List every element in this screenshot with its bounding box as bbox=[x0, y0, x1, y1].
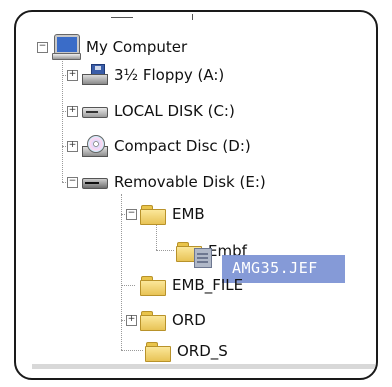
tree-item-label: ORD bbox=[172, 311, 206, 329]
cd-drive-icon bbox=[82, 135, 108, 157]
horizontal-scrollbar[interactable] bbox=[32, 364, 376, 369]
tree-item-my-computer[interactable]: My Computer bbox=[52, 34, 187, 60]
tree-line-emb-children bbox=[156, 224, 157, 250]
tree-item-folder-emb-file[interactable]: EMB_FILE bbox=[140, 272, 243, 298]
tree-item-removable-disk[interactable]: Removable Disk (E:) bbox=[82, 169, 266, 195]
computer-icon bbox=[52, 35, 81, 60]
tree-item-label: LOCAL DISK (C:) bbox=[114, 102, 235, 120]
tree-item-label: EMB_FILE bbox=[172, 276, 244, 294]
removable-drive-icon bbox=[82, 173, 108, 191]
tree-item-label: 3½ Floppy (A:) bbox=[114, 66, 225, 84]
tree-item-folder-ord[interactable]: ORD bbox=[140, 307, 206, 333]
partial-item-top bbox=[111, 17, 133, 18]
tree-item-folder-emb[interactable]: EMB bbox=[140, 201, 205, 227]
expand-toggle-compact-disc[interactable]: + bbox=[67, 141, 78, 152]
tree-item-label: EMB bbox=[172, 205, 205, 223]
folder-icon bbox=[140, 310, 166, 331]
file-icon bbox=[192, 246, 214, 268]
tree-line-emb-file bbox=[121, 285, 135, 286]
expand-toggle-removable-disk[interactable]: − bbox=[67, 177, 78, 188]
tree-item-label: ORD_S bbox=[177, 342, 228, 360]
tree-line-ord-s bbox=[121, 350, 143, 351]
tree-item-floppy-drive[interactable]: 3½ Floppy (A:) bbox=[82, 62, 224, 88]
folder-icon bbox=[140, 204, 166, 225]
expand-toggle-floppy[interactable]: + bbox=[67, 70, 78, 81]
tree-item-local-disk[interactable]: LOCAL DISK (C:) bbox=[82, 98, 235, 124]
hard-drive-icon bbox=[82, 102, 108, 120]
screenshot-frame: − + + + − − + My Computer 3½ Floppy (A:)… bbox=[0, 0, 392, 387]
expand-toggle-emb[interactable]: − bbox=[126, 209, 137, 220]
folder-icon bbox=[145, 341, 171, 362]
folder-icon bbox=[140, 275, 166, 296]
tree-line-embf bbox=[156, 250, 174, 251]
expand-toggle-ord[interactable]: + bbox=[126, 315, 137, 326]
partial-item-top-mark bbox=[192, 14, 193, 20]
floppy-drive-icon bbox=[82, 64, 108, 86]
dragged-filename: AMG35.JEF bbox=[232, 259, 318, 277]
tree-item-compact-disc[interactable]: Compact Disc (D:) bbox=[82, 133, 251, 159]
expand-toggle-local-disk[interactable]: + bbox=[67, 106, 78, 117]
tree-item-label: Removable Disk (E:) bbox=[114, 173, 266, 191]
tree-line-e-children bbox=[121, 194, 122, 350]
tree-item-label: Compact Disc (D:) bbox=[114, 137, 251, 155]
tree-item-label: My Computer bbox=[86, 38, 188, 56]
expand-toggle-my-computer[interactable]: − bbox=[37, 42, 48, 53]
tree-item-folder-ord-s[interactable]: ORD_S bbox=[145, 338, 228, 364]
folder-tree-panel: − + + + − − + My Computer 3½ Floppy (A:)… bbox=[14, 10, 378, 380]
